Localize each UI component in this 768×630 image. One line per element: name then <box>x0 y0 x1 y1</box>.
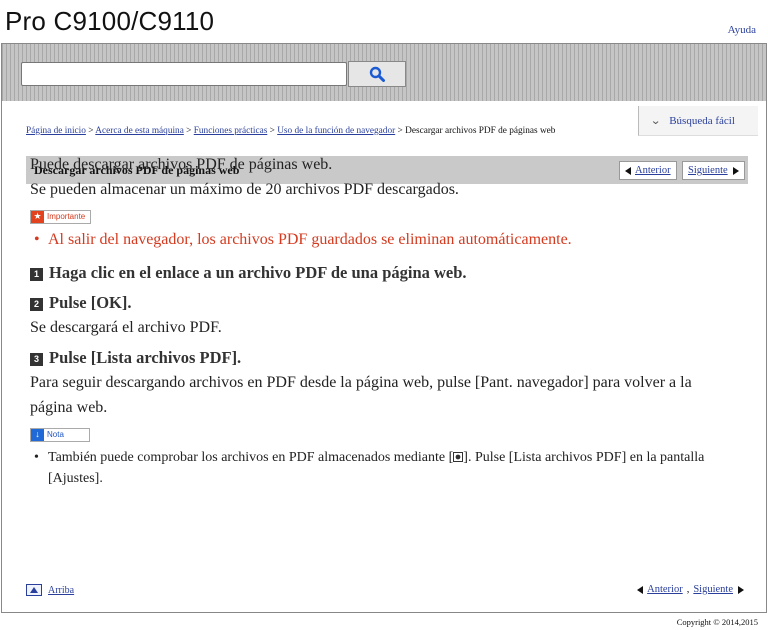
double-chevron-down-icon: ⌄ <box>650 115 662 127</box>
product-title: Pro C9100/C9110 <box>5 6 215 36</box>
bottom-next-link[interactable]: Siguiente <box>693 584 733 595</box>
quick-search-label: Búsqueda fácil <box>669 114 735 127</box>
important-badge: ★ Importante <box>30 209 92 224</box>
search-band <box>2 44 766 101</box>
search-button[interactable] <box>348 61 406 87</box>
note-text: También puede comprobar los archivos en … <box>30 447 730 489</box>
note-text-part: También puede comprobar los archivos en … <box>48 450 454 465</box>
breadcrumb-separator: > <box>88 126 94 136</box>
arrow-down-icon: ↓ <box>31 428 44 441</box>
breadcrumb: Página de inicio > Acerca de esta máquin… <box>26 126 555 136</box>
step-text: Pulse [Lista archivos PDF]. <box>49 348 242 367</box>
arrow-right-icon <box>732 166 739 175</box>
search-input[interactable] <box>21 62 347 86</box>
settings-icon <box>453 452 464 462</box>
note-badge: ↓ Nota <box>30 427 90 442</box>
main-content: Puede descargar archivos PDF de páginas … <box>30 152 730 489</box>
help-link[interactable]: Ayuda <box>728 24 756 36</box>
star-icon: ★ <box>31 210 44 223</box>
intro-text-2: Se pueden almacenar un máximo de 20 arch… <box>30 181 459 198</box>
step-text: Haga clic en el enlace a un archivo PDF … <box>49 263 467 282</box>
copyright-text: Copyright © 2014,2015 <box>676 617 758 627</box>
breadcrumb-separator: > <box>269 126 275 136</box>
step-text: Pulse [OK]. <box>49 293 132 312</box>
breadcrumb-practical-functions[interactable]: Funciones prácticas <box>194 126 268 136</box>
arrow-left-icon <box>637 585 644 594</box>
step-number: 1 <box>30 268 43 281</box>
important-label: Importante <box>47 212 86 221</box>
step-3: 3 Pulse [Lista archivos PDF]. <box>30 345 730 370</box>
breadcrumb-home[interactable]: Página de inicio <box>26 126 86 136</box>
search-icon <box>369 66 385 82</box>
arrow-up-icon <box>26 584 42 596</box>
quick-search-button[interactable]: ⌄ Búsqueda fácil <box>638 106 758 136</box>
step-number: 2 <box>30 298 43 311</box>
step-3-result: Para seguir descargando archivos en PDF … <box>30 374 692 416</box>
breadcrumb-current: Descargar archivos PDF de páginas web <box>405 126 556 136</box>
bottom-navigation: Anterior , Siguiente <box>637 584 744 595</box>
note-label: Nota <box>47 430 64 439</box>
bottom-previous-link[interactable]: Anterior <box>647 584 683 595</box>
step-2-result: Se descargará el archivo PDF. <box>30 319 222 336</box>
bottom-nav-separator: , <box>686 584 690 595</box>
step-number: 3 <box>30 353 43 366</box>
breadcrumb-separator: > <box>397 126 403 136</box>
important-text: Al salir del navegador, los archivos PDF… <box>30 227 730 252</box>
back-to-top-link[interactable]: Arriba <box>26 584 74 596</box>
intro-text: Puede descargar archivos PDF de páginas … <box>30 156 333 173</box>
step-1: 1 Haga clic en el enlace a un archivo PDF… <box>30 260 730 285</box>
breadcrumb-about-machine[interactable]: Acerca de esta máquina <box>95 126 184 136</box>
breadcrumb-separator: > <box>186 126 192 136</box>
back-to-top-label: Arriba <box>48 584 75 596</box>
step-2: 2 Pulse [OK]. <box>30 290 730 315</box>
breadcrumb-browser-function[interactable]: Uso de la función de navegador <box>277 126 395 136</box>
arrow-right-icon <box>738 585 744 594</box>
